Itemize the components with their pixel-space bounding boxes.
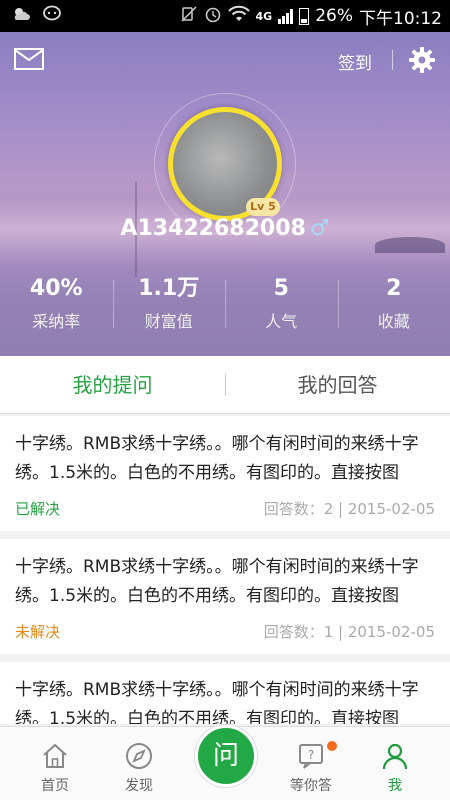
- home-icon: [40, 741, 70, 771]
- weather-icon: [12, 5, 32, 27]
- person-icon: [380, 741, 410, 771]
- stat-value: 5: [273, 276, 289, 301]
- question-text: 十字绣。RMB求绣十字绣。。哪个有闲时间的来绣十字绣。1.5米的。白色的不用绣。…: [15, 557, 419, 606]
- alarm-icon: [204, 5, 222, 27]
- stat-value: 2: [386, 276, 402, 301]
- tab-bar: 我的提问 我的回答: [0, 356, 450, 414]
- list-item[interactable]: 十字绣。RMB求绣十字绣。。哪个有闲时间的来绣十字绣。1.5米的。白色的不用绣。…: [0, 416, 450, 531]
- username: A13422682008: [120, 216, 306, 241]
- nav-label: 首页: [41, 778, 69, 794]
- tab-my-questions[interactable]: 我的提问: [0, 356, 225, 413]
- mail-icon[interactable]: [14, 48, 44, 70]
- nav-home[interactable]: 首页: [15, 741, 95, 795]
- profile-header: 签到 Lv 5 A13422682008♂ 40% 采纳率 1.1万 财富值: [0, 32, 450, 356]
- nav-discover[interactable]: 发现: [99, 741, 179, 795]
- stat-label: 收藏: [377, 312, 410, 331]
- nav-label: 等你答: [290, 778, 332, 794]
- male-gender-icon: ♂: [309, 216, 330, 241]
- silent-icon: [180, 5, 198, 27]
- clock: 下午10:12: [359, 8, 442, 29]
- nav-label: 发现: [125, 778, 153, 794]
- svg-text:?: ?: [308, 748, 314, 762]
- battery-icon: [299, 7, 310, 25]
- gear-icon[interactable]: [408, 46, 436, 74]
- question-box-icon: ?: [296, 741, 326, 771]
- bottom-nav: 首页 发现 问 ? 等你答 我: [0, 725, 450, 800]
- answer-count-date: 回答数：2 | 2015-02-05: [263, 500, 435, 518]
- chat-icon: [42, 5, 62, 27]
- answer-count-date: 回答数：1 | 2015-02-05: [263, 623, 435, 641]
- profile-stats: 40% 采纳率 1.1万 财富值 5 人气 2 收藏: [0, 276, 450, 334]
- status-badge: 未解决: [15, 623, 61, 641]
- stat-wealth[interactable]: 1.1万 财富值: [112, 276, 226, 334]
- stat-label: 人气: [265, 312, 298, 331]
- notification-dot: [327, 741, 337, 751]
- status-badge: 已解决: [15, 500, 61, 518]
- question-text: 十字绣。RMB求绣十字绣。。哪个有闲时间的来绣十字绣。1.5米的。白色的不用绣。…: [15, 680, 419, 724]
- wifi-icon: [227, 5, 250, 27]
- list-item[interactable]: 十字绣。RMB求绣十字绣。。哪个有闲时间的来绣十字绣。1.5米的。白色的不用绣。…: [0, 662, 450, 724]
- stat-value: 1.1万: [138, 276, 200, 301]
- question-text: 十字绣。RMB求绣十字绣。。哪个有闲时间的来绣十字绣。1.5米的。白色的不用绣。…: [15, 434, 419, 483]
- battery-percent: 26%: [315, 6, 353, 26]
- stat-label: 财富值: [144, 312, 193, 331]
- network-type: 4G: [255, 9, 273, 23]
- question-list: 十字绣。RMB求绣十字绣。。哪个有闲时间的来绣十字绣。1.5米的。白色的不用绣。…: [0, 416, 450, 724]
- ask-question-button[interactable]: 问: [195, 725, 257, 787]
- compass-icon: [124, 741, 154, 771]
- stat-label: 采纳率: [32, 312, 81, 331]
- stat-favorites[interactable]: 2 收藏: [337, 276, 450, 334]
- list-item[interactable]: 十字绣。RMB求绣十字绣。。哪个有闲时间的来绣十字绣。1.5米的。白色的不用绣。…: [0, 539, 450, 654]
- nav-me[interactable]: 我: [355, 741, 435, 795]
- level-badge: Lv 5: [246, 198, 280, 216]
- checkin-button[interactable]: 签到: [338, 49, 372, 74]
- nav-label: 我: [388, 778, 402, 794]
- stat-value: 40%: [29, 276, 83, 301]
- stat-popularity[interactable]: 5 人气: [225, 276, 338, 334]
- stat-adoption-rate[interactable]: 40% 采纳率: [0, 276, 113, 334]
- divider: [392, 50, 393, 70]
- username-row: A13422682008 ♂: [0, 216, 450, 241]
- tab-my-answers[interactable]: 我的回答: [225, 356, 450, 413]
- status-bar: 4G 26% 下午10:12: [0, 0, 450, 32]
- nav-waiting-answers[interactable]: ? 等你答: [271, 741, 351, 795]
- signal-icon: [278, 8, 294, 24]
